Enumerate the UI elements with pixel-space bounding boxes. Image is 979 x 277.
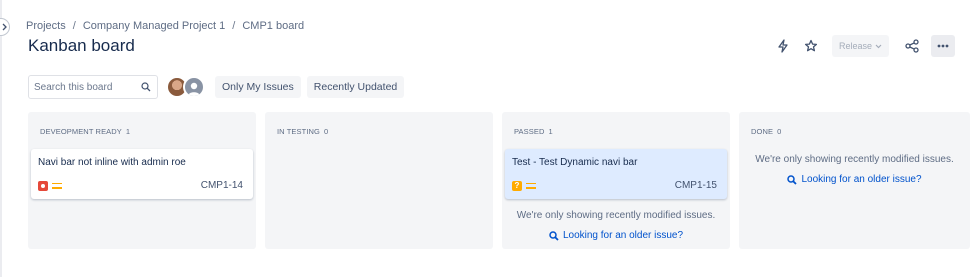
card-title: Navi bar not inline with admin roe: [38, 157, 186, 168]
column-count: 0: [323, 127, 329, 136]
older-issue-link[interactable]: Looking for an older issue?: [502, 230, 730, 241]
column-name: IN TESTING: [277, 127, 320, 136]
column-in-testing: IN TESTING 0: [265, 112, 493, 249]
card-icons: [38, 180, 62, 191]
card-icons: ?: [512, 180, 536, 191]
page-title: Kanban board: [28, 36, 135, 55]
question-icon: ?: [512, 180, 522, 191]
star-icon: [804, 39, 818, 52]
sidebar-expand-button[interactable]: [0, 18, 10, 36]
older-issue-link[interactable]: Looking for an older issue?: [739, 174, 970, 185]
column-done: DONE 0 We're only showing recently modif…: [739, 112, 970, 249]
card-footer: ? CMP1-15: [512, 180, 717, 191]
issue-card[interactable]: Navi bar not inline with admin roe CMP1-…: [31, 149, 253, 199]
share-button[interactable]: [901, 35, 923, 57]
column-count: 0: [777, 127, 782, 136]
unassigned-avatar[interactable]: [183, 76, 205, 98]
breadcrumb-projects[interactable]: Projects: [26, 20, 66, 32]
search-icon: [549, 230, 559, 241]
bug-icon: [38, 180, 48, 191]
chevron-right-icon: [2, 23, 7, 31]
more-icon: [937, 44, 949, 48]
priority-medium-icon: [526, 182, 536, 190]
assignee-avatars: [166, 76, 205, 98]
card-title: Test - Test Dynamic navi bar: [512, 157, 638, 168]
header-actions: Release: [766, 35, 955, 57]
column-count: 1: [125, 127, 131, 136]
card-footer: CMP1-14: [38, 180, 243, 191]
search-input[interactable]: [34, 81, 134, 93]
person-icon: [188, 82, 200, 96]
issue-card[interactable]: Test - Test Dynamic navi bar ? CMP1-15: [505, 149, 727, 199]
release-label: Release: [838, 41, 872, 51]
board-search[interactable]: [28, 75, 158, 99]
column-development-ready: DEVEOPMENT READY 1 Navi bar not inline w…: [28, 112, 256, 249]
chevron-down-icon: [875, 44, 882, 48]
search-icon: [787, 174, 798, 185]
column-header: DONE 0: [751, 127, 781, 136]
breadcrumb-separator: /: [72, 20, 76, 32]
column-header: PASSED 1: [514, 127, 553, 136]
priority-medium-icon: [52, 182, 62, 190]
star-button[interactable]: [800, 35, 822, 57]
lightning-icon: [778, 39, 788, 53]
column-name: DEVEOPMENT READY: [40, 127, 122, 136]
breadcrumb: Projects / Company Managed Project 1 / C…: [26, 20, 304, 32]
column-header: IN TESTING 0: [277, 127, 328, 136]
board-toolbar: Only My Issues Recently Updated: [28, 75, 405, 99]
issue-key[interactable]: CMP1-15: [675, 180, 717, 191]
recent-issues-note: We're only showing recently modified iss…: [516, 210, 716, 221]
automation-button[interactable]: [772, 35, 794, 57]
column-count: 1: [548, 127, 553, 136]
column-header: DEVEOPMENT READY 1: [40, 127, 130, 136]
breadcrumb-separator: /: [232, 20, 236, 32]
column-name: DONE: [751, 127, 774, 136]
older-issue-link-label: Looking for an older issue?: [562, 230, 684, 241]
share-icon: [905, 39, 919, 53]
filter-only-my-issues[interactable]: Only My Issues: [215, 76, 301, 98]
kanban-board: DEVEOPMENT READY 1 Navi bar not inline w…: [28, 112, 970, 249]
older-issue-link-label: Looking for an older issue?: [801, 174, 922, 185]
column-name: PASSED: [514, 127, 545, 136]
sidebar-edge: [0, 0, 2, 277]
column-passed: PASSED 1 Test - Test Dynamic navi bar ? …: [502, 112, 730, 249]
more-actions-button[interactable]: [931, 35, 955, 57]
search-icon: [141, 82, 151, 92]
issue-key[interactable]: CMP1-14: [201, 180, 243, 191]
release-button[interactable]: Release: [831, 35, 889, 57]
recent-issues-note: We're only showing recently modified iss…: [755, 154, 954, 165]
breadcrumb-project[interactable]: Company Managed Project 1: [83, 20, 225, 32]
filter-recently-updated[interactable]: Recently Updated: [306, 76, 405, 98]
breadcrumb-board[interactable]: CMP1 board: [242, 20, 304, 32]
